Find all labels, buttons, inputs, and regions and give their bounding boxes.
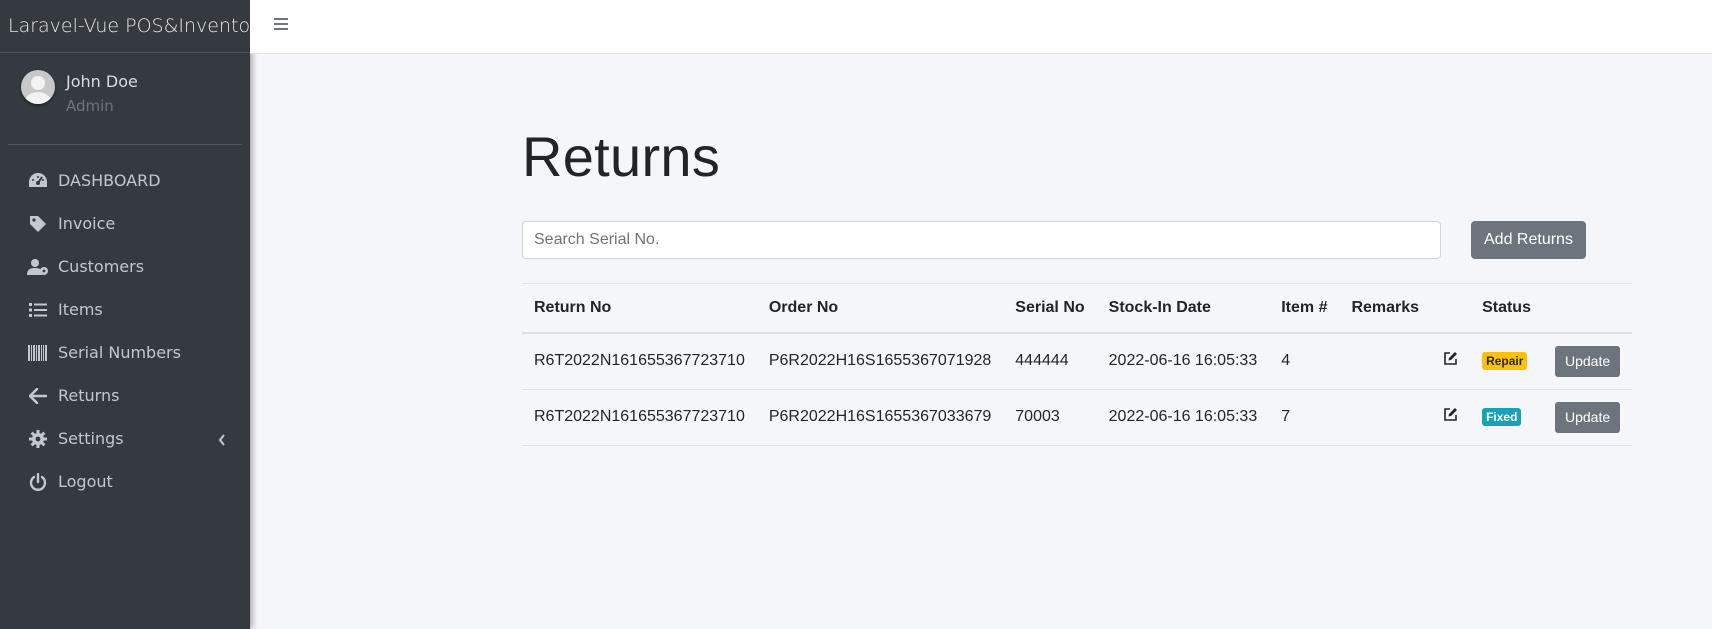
update-button[interactable]: Update <box>1554 345 1621 377</box>
cell-action: Update <box>1542 333 1633 390</box>
sidebar-item-items[interactable]: Items <box>0 288 250 331</box>
cell-action: Update <box>1542 389 1633 446</box>
users-cog-icon <box>27 256 49 278</box>
cell-item-no: 7 <box>1269 389 1340 446</box>
cell-edit <box>1431 333 1471 390</box>
column-header-return-no: Return No <box>522 282 757 335</box>
column-header-remarks: Remarks <box>1339 282 1432 335</box>
sidebar-item-label: Invoice <box>58 214 116 233</box>
add-returns-button[interactable]: Add Returns <box>1471 220 1586 259</box>
sidebar-nav: DASHBOARD Invoice Customers Items Serial… <box>0 159 250 503</box>
cell-item-no: 4 <box>1269 333 1340 390</box>
column-header-order-no: Order No <box>756 282 1004 335</box>
status-badge: Fixed <box>1482 408 1522 427</box>
table-row: R6T2022N161655367723710 P6R2022H16S16553… <box>522 333 1633 390</box>
sidebar-item-label: Returns <box>58 386 120 405</box>
edit-icon[interactable] <box>1443 351 1458 371</box>
sidebar-item-dashboard[interactable]: DASHBOARD <box>0 159 250 202</box>
sidebar-item-settings[interactable]: Settings <box>0 417 250 460</box>
tag-icon <box>27 213 49 235</box>
page-title: Returns <box>522 125 721 188</box>
edit-icon[interactable] <box>1443 407 1458 427</box>
cell-order-no: P6R2022H16S1655367071928 <box>756 333 1004 390</box>
toolbar: Add Returns <box>522 220 1632 259</box>
sidebar-item-label: Logout <box>58 472 113 491</box>
column-header-action <box>1542 282 1633 335</box>
hamburger-menu-icon[interactable] <box>274 18 288 32</box>
main-sidebar: Laravel-Vue POS&Inventory John Doe Admin… <box>0 0 269 629</box>
sidebar-item-returns[interactable]: Returns <box>0 374 250 417</box>
power-icon <box>27 471 49 493</box>
top-navbar <box>250 0 1712 54</box>
sidebar-item-label: Serial Numbers <box>58 343 181 362</box>
cell-return-no: R6T2022N161655367723710 <box>522 389 757 446</box>
user-name[interactable]: John Doe <box>66 72 138 91</box>
status-badge: Repair <box>1482 352 1528 371</box>
sidebar-item-label: Customers <box>58 257 145 276</box>
dashboard-gauge-icon <box>27 170 49 192</box>
brand-link[interactable]: Laravel-Vue POS&Inventory <box>0 0 269 53</box>
cell-remarks <box>1339 389 1432 446</box>
cell-status: Repair <box>1470 333 1543 390</box>
cell-order-no: P6R2022H16S1655367033679 <box>756 389 1004 446</box>
sidebar-item-serial-numbers[interactable]: Serial Numbers <box>0 331 250 374</box>
search-input[interactable] <box>522 220 1441 259</box>
cell-return-no: R6T2022N161655367723710 <box>522 333 757 390</box>
brand-text: Laravel-Vue POS&Inventory <box>8 15 270 37</box>
cell-serial-no: 70003 <box>1003 389 1097 446</box>
user-avatar-icon <box>21 70 55 104</box>
table-header-row: Return No Order No Serial No Stock-In Da… <box>522 282 1633 335</box>
chevron-left-icon <box>218 431 226 450</box>
column-header-edit <box>1431 282 1471 335</box>
column-header-serial-no: Serial No <box>1003 282 1097 335</box>
column-header-item-no: Item # <box>1269 282 1340 335</box>
cell-edit <box>1431 389 1471 446</box>
gear-icon <box>27 428 49 450</box>
sidebar-item-label: Items <box>58 300 103 319</box>
cell-stock-in-date: 2022-06-16 16:05:33 <box>1096 333 1270 390</box>
user-panel: John Doe Admin <box>8 53 242 145</box>
cell-status: Fixed <box>1470 389 1543 446</box>
returns-table: Return No Order No Serial No Stock-In Da… <box>522 282 1633 446</box>
sidebar-item-label: DASHBOARD <box>58 171 161 190</box>
cell-remarks <box>1339 333 1432 390</box>
cell-serial-no: 444444 <box>1003 333 1097 390</box>
main-content: Returns Add Returns Return No Order No S… <box>522 54 1633 446</box>
sidebar-item-logout[interactable]: Logout <box>0 460 250 503</box>
user-info: John Doe Admin <box>66 70 138 144</box>
barcode-icon <box>27 342 49 364</box>
cell-stock-in-date: 2022-06-16 16:05:33 <box>1096 389 1270 446</box>
sidebar-item-invoice[interactable]: Invoice <box>0 202 250 245</box>
arrow-left-icon <box>27 385 49 407</box>
sidebar-item-customers[interactable]: Customers <box>0 245 250 288</box>
list-icon <box>27 299 49 321</box>
sidebar-item-label: Settings <box>58 429 124 448</box>
table-row: R6T2022N161655367723710 P6R2022H16S16553… <box>522 389 1633 446</box>
update-button[interactable]: Update <box>1554 401 1621 433</box>
column-header-status: Status <box>1470 282 1543 335</box>
column-header-stock-in-date: Stock-In Date <box>1096 282 1270 335</box>
user-role: Admin <box>66 97 114 115</box>
